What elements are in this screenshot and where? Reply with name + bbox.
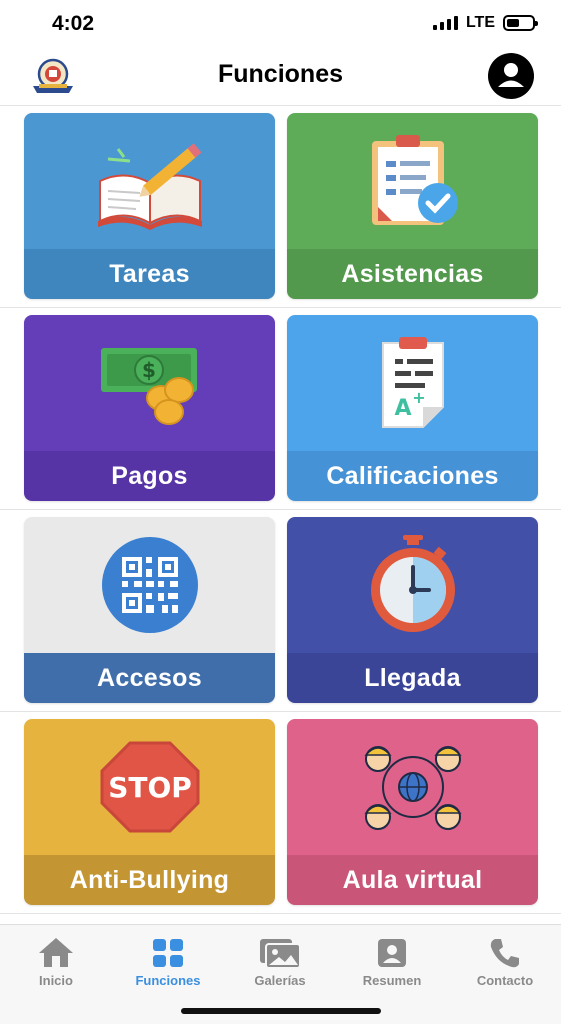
graded-paper-icon: A +	[381, 337, 444, 428]
network-type: LTE	[465, 14, 495, 31]
tab-resumen[interactable]: Resumen	[336, 933, 448, 988]
tab-galerias[interactable]: Galerías	[224, 933, 336, 988]
status-time: 4:02	[52, 12, 95, 35]
clipboard-check-icon	[371, 135, 458, 225]
stop-sign-icon: STOP	[100, 741, 199, 833]
status-bar: 4:02 LTE	[0, 0, 561, 48]
card-calificaciones[interactable]: A + Calificaciones	[287, 315, 538, 501]
card-asistencias[interactable]: Asistencias	[287, 113, 538, 299]
card-label: Asistencias	[287, 249, 538, 299]
card-art	[287, 517, 538, 653]
battery-icon	[503, 15, 538, 31]
home-icon	[39, 938, 73, 967]
card-aula-virtual[interactable]: Aula virtual	[287, 719, 538, 905]
app-header: Funciones	[0, 48, 561, 106]
user-profile-icon[interactable]	[483, 52, 539, 100]
stopwatch-icon	[370, 535, 455, 632]
svg-text:+: +	[412, 388, 425, 407]
card-label: Aula virtual	[287, 855, 538, 905]
signal-icon	[432, 16, 458, 30]
tab-funciones[interactable]: Funciones	[112, 933, 224, 988]
qr-code-icon	[101, 537, 198, 633]
card-label: Calificaciones	[287, 451, 538, 501]
card-anti-bullying[interactable]: STOP Anti-Bullying	[24, 719, 275, 905]
stop-sign-text: STOP	[108, 771, 192, 804]
grid-row: $ Pagos A + Calificaciones	[0, 308, 561, 510]
grid-row: Accesos Llegada	[0, 510, 561, 712]
phone-icon	[490, 939, 519, 968]
money-coins-icon: $	[100, 348, 197, 425]
card-llegada[interactable]: Llegada	[287, 517, 538, 703]
card-tareas[interactable]: Tareas	[24, 113, 275, 299]
card-accesos[interactable]: Accesos	[24, 517, 275, 703]
global-network-icon	[363, 746, 462, 830]
home-indicator[interactable]	[181, 1008, 381, 1014]
tab-label: Galerías	[254, 973, 306, 988]
gallery-icon	[260, 939, 301, 969]
summary-icon	[378, 939, 406, 967]
open-book-pencil-icon	[97, 143, 202, 230]
card-art	[24, 517, 275, 653]
card-label: Llegada	[287, 653, 538, 703]
card-art	[24, 113, 275, 249]
grid-row: Tareas Asistencias	[0, 106, 561, 308]
grid-row: STOP Anti-Bullying Aula virtual	[0, 712, 561, 914]
tab-inicio[interactable]: Inicio	[0, 933, 112, 988]
page-title: Funciones	[217, 60, 343, 88]
grid-icon	[153, 939, 183, 967]
svg-text:A: A	[394, 396, 411, 421]
tab-contacto[interactable]: Contacto	[449, 933, 561, 988]
card-art	[287, 113, 538, 249]
status-indicators: LTE	[432, 14, 538, 32]
svg-text:$: $	[142, 358, 156, 382]
card-label: Tareas	[24, 249, 275, 299]
card-pagos[interactable]: $ Pagos	[24, 315, 275, 501]
card-art: STOP	[24, 719, 275, 855]
tab-label: Funciones	[135, 973, 201, 988]
card-art: $	[24, 315, 275, 451]
card-label: Pagos	[24, 451, 275, 501]
tab-label: Contacto	[476, 973, 534, 988]
card-label: Anti-Bullying	[24, 855, 275, 905]
card-art	[287, 719, 538, 855]
card-label: Accesos	[24, 653, 275, 703]
tab-label: Inicio	[39, 973, 73, 988]
functions-grid: Tareas Asistencias $ Pagos A + Calificac…	[0, 106, 561, 914]
card-art: A +	[287, 315, 538, 451]
tab-label: Resumen	[362, 973, 422, 988]
